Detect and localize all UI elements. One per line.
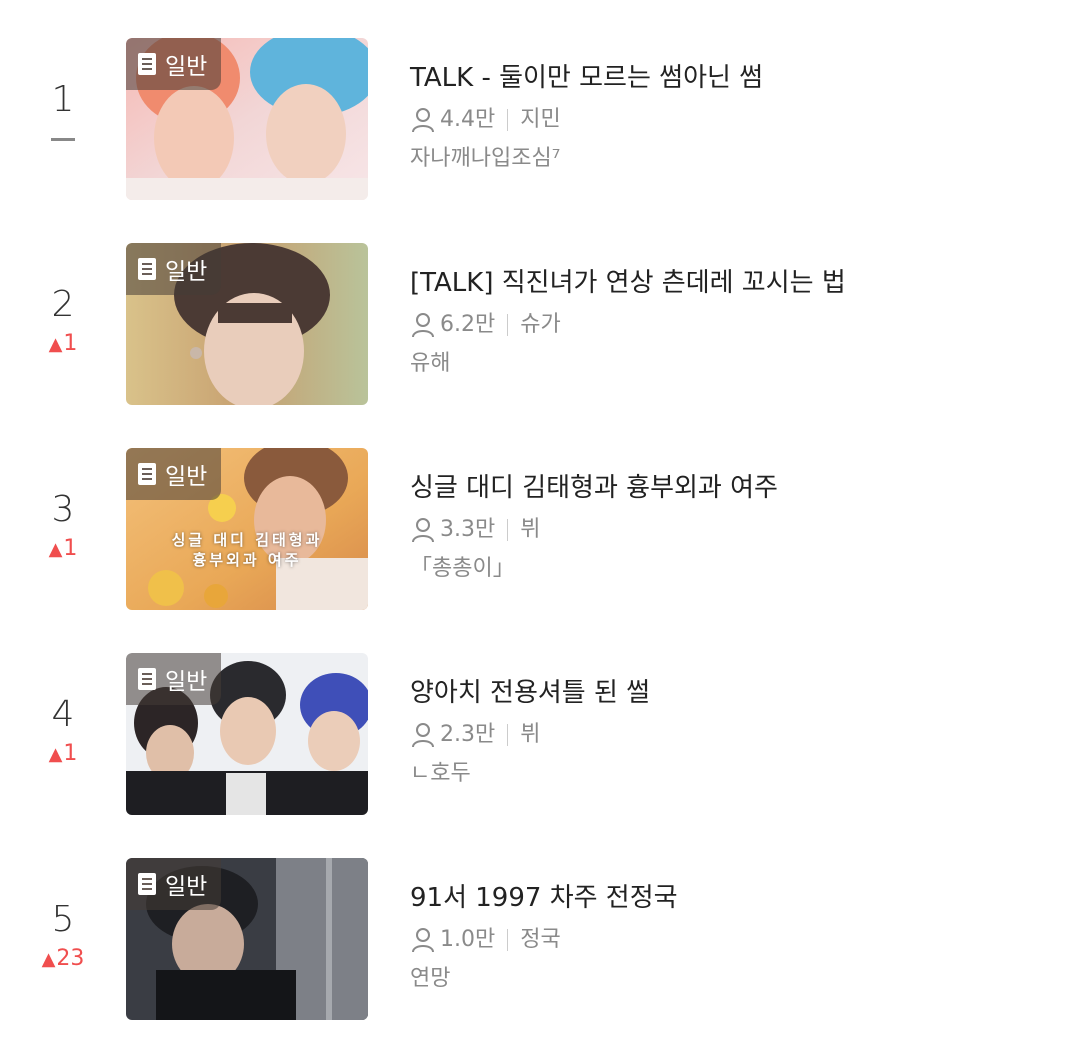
category-badge: 일반	[126, 653, 222, 705]
rank-change: ▲1	[20, 536, 106, 562]
item-meta: 1.0만 정국	[410, 922, 1050, 958]
person-icon	[412, 313, 434, 338]
item-info: 양아치 전용셔틀 된 썰 2.3만 뷔 ㄴ호두	[410, 673, 1050, 791]
document-icon	[138, 873, 156, 895]
rank-indicator: 1	[20, 78, 106, 141]
author-name[interactable]: 유해	[410, 347, 1050, 381]
document-icon	[138, 463, 156, 485]
category-badge: 일반	[126, 448, 222, 500]
divider	[507, 929, 509, 951]
view-count: 4.4만	[440, 107, 496, 132]
thumbnail-caption-line-2: 흉부외과 여주	[192, 551, 302, 569]
item-meta: 6.2만 슈가	[410, 307, 1050, 343]
character-name: 슈가	[520, 312, 561, 337]
thumbnail-caption-line-1: 싱글 대디 김태형과	[171, 531, 323, 549]
author-name[interactable]: ㄴ호두	[410, 757, 1050, 791]
person-icon	[412, 108, 434, 133]
ranking-item-3[interactable]: 3 ▲1 싱글 대디 김태형과 흉부외과 여주 일반 싱글 대디 김태형과 흉부…	[0, 448, 1080, 612]
character-name: 뷔	[520, 722, 541, 747]
thumbnail-image[interactable]: 싱글 대디 김태형과 흉부외과 여주 일반	[126, 448, 368, 610]
rank-change-value: 23	[56, 946, 85, 971]
triangle-up-icon: ▲	[41, 949, 56, 970]
rank-indicator: 4 ▲1	[20, 693, 106, 767]
rank-same-dash-icon	[51, 138, 75, 141]
thumbnail-image[interactable]: 일반	[126, 653, 368, 815]
ranking-item-5[interactable]: 5 ▲23 일반 91서 1997 차주 전정국 1.0만 정국 연망	[0, 858, 1080, 1022]
person-icon	[412, 518, 434, 543]
rank-change: ▲1	[20, 331, 106, 357]
thumbnail-image[interactable]: 일반	[126, 858, 368, 1020]
item-info: 싱글 대디 김태형과 흉부외과 여주 3.3만 뷔 「총총이」	[410, 468, 1050, 586]
item-info: TALK - 둘이만 모르는 썸아닌 썸 4.4만 지민 자나깨나입조심⁷	[410, 58, 1050, 176]
ranking-item-2[interactable]: 2 ▲1 일반 [TALK] 직진녀가 연상 츤데레 꼬시는 법 6.2만 슈가…	[0, 243, 1080, 407]
item-meta: 2.3만 뷔	[410, 717, 1050, 753]
author-name[interactable]: 「총총이」	[410, 552, 1050, 586]
triangle-up-icon: ▲	[48, 744, 63, 765]
rank-change-value: 1	[63, 331, 78, 356]
divider	[507, 519, 509, 541]
document-icon	[138, 53, 156, 75]
item-title[interactable]: 양아치 전용셔틀 된 썰	[410, 673, 1050, 713]
rank-change: ▲23	[20, 946, 106, 972]
item-meta: 4.4만 지민	[410, 102, 1050, 138]
badge-label: 일반	[165, 464, 208, 490]
category-badge: 일반	[126, 38, 222, 90]
thumbnail-image[interactable]: 일반	[126, 243, 368, 405]
rank-number: 3	[51, 489, 75, 530]
category-badge: 일반	[126, 858, 222, 910]
character-name: 뷔	[520, 517, 541, 542]
rank-indicator: 5 ▲23	[20, 898, 106, 972]
thumbnail-caption: 싱글 대디 김태형과 흉부외과 여주	[126, 530, 368, 570]
item-title[interactable]: 싱글 대디 김태형과 흉부외과 여주	[410, 468, 1050, 508]
rank-change-value: 1	[63, 741, 78, 766]
person-icon	[412, 723, 434, 748]
view-count: 6.2만	[440, 312, 496, 337]
item-title[interactable]: 91서 1997 차주 전정국	[410, 878, 1050, 918]
item-info: 91서 1997 차주 전정국 1.0만 정국 연망	[410, 878, 1050, 996]
rank-indicator: 3 ▲1	[20, 488, 106, 562]
rank-change: ▲1	[20, 741, 106, 767]
triangle-up-icon: ▲	[48, 334, 63, 355]
rank-number: 1	[51, 79, 75, 120]
item-title[interactable]: TALK - 둘이만 모르는 썸아닌 썸	[410, 58, 1050, 98]
character-name: 정국	[520, 927, 561, 952]
view-count: 2.3만	[440, 722, 496, 747]
badge-label: 일반	[165, 54, 208, 80]
item-info: [TALK] 직진녀가 연상 츤데레 꼬시는 법 6.2만 슈가 유해	[410, 263, 1050, 381]
person-icon	[412, 928, 434, 953]
ranking-list: 1 일반 TALK - 둘이만 모르는 썸아닌 썸 4.4만 지민 자나깨나입조…	[0, 0, 1080, 1040]
ranking-item-4[interactable]: 4 ▲1 일반 양아치 전용셔틀 된 썰 2.3만 뷔 ㄴ호두	[0, 653, 1080, 817]
badge-label: 일반	[165, 259, 208, 285]
category-badge: 일반	[126, 243, 222, 295]
divider	[507, 724, 509, 746]
document-icon	[138, 668, 156, 690]
character-name: 지민	[520, 107, 561, 132]
document-icon	[138, 258, 156, 280]
rank-number: 4	[51, 694, 75, 735]
view-count: 1.0만	[440, 927, 496, 952]
divider	[507, 109, 509, 131]
item-meta: 3.3만 뷔	[410, 512, 1050, 548]
author-name[interactable]: 자나깨나입조심⁷	[410, 142, 1050, 176]
thumbnail-image[interactable]: 일반	[126, 38, 368, 200]
rank-change-value: 1	[63, 536, 78, 561]
badge-label: 일반	[165, 669, 208, 695]
triangle-up-icon: ▲	[48, 539, 63, 560]
view-count: 3.3만	[440, 517, 496, 542]
author-name[interactable]: 연망	[410, 962, 1050, 996]
divider	[507, 314, 509, 336]
rank-indicator: 2 ▲1	[20, 283, 106, 357]
rank-number: 2	[51, 284, 75, 325]
badge-label: 일반	[165, 874, 208, 900]
rank-number: 5	[51, 899, 75, 940]
item-title[interactable]: [TALK] 직진녀가 연상 츤데레 꼬시는 법	[410, 263, 1050, 303]
ranking-item-1[interactable]: 1 일반 TALK - 둘이만 모르는 썸아닌 썸 4.4만 지민 자나깨나입조…	[0, 38, 1080, 202]
